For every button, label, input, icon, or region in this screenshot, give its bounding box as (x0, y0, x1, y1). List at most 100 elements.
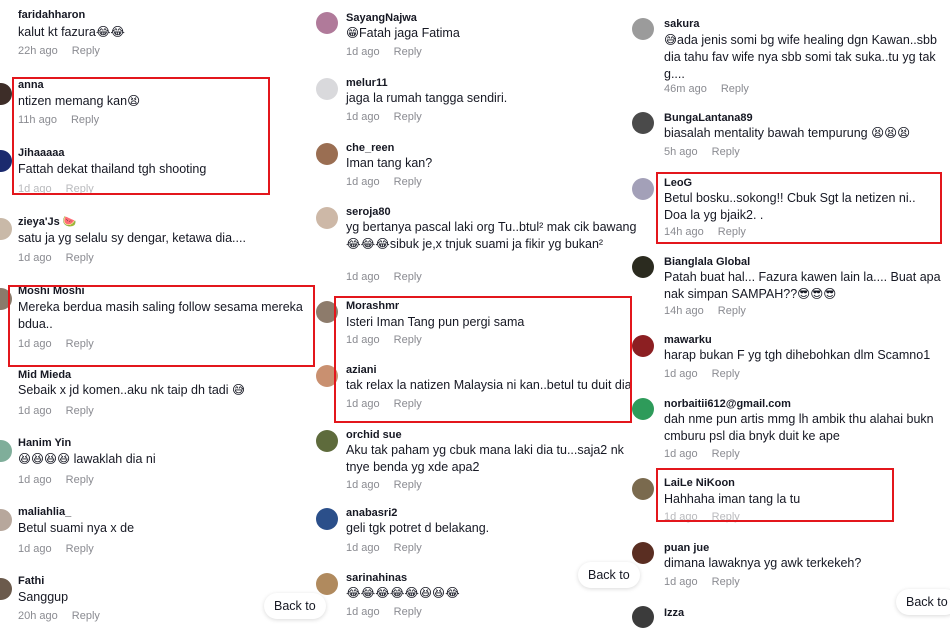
avatar[interactable] (316, 207, 338, 229)
reply-button[interactable]: Reply (66, 543, 94, 555)
reply-button[interactable]: Reply (72, 45, 100, 57)
avatar[interactable] (0, 218, 12, 240)
avatar[interactable] (632, 606, 654, 628)
comment-text: jaga la rumah tangga sendiri. (346, 91, 508, 105)
comment-username[interactable]: Mid Mieda (18, 369, 71, 381)
reply-button[interactable]: Reply (394, 176, 422, 188)
reply-button[interactable]: Reply (718, 226, 746, 238)
comment-time: 1d ago (346, 479, 380, 491)
reply-button[interactable]: Reply (394, 479, 422, 491)
back-to-button[interactable]: Back to (896, 589, 950, 615)
comment-username[interactable]: zieya'Js 🍉 (18, 215, 77, 228)
reply-button[interactable]: Reply (721, 83, 749, 95)
comment-username[interactable]: Izza (664, 607, 684, 619)
avatar[interactable] (632, 335, 654, 357)
comment-username[interactable]: orchid sue (346, 429, 402, 441)
avatar[interactable] (632, 256, 654, 278)
avatar[interactable] (632, 542, 654, 564)
comment-meta: 1d ago Reply (346, 479, 422, 491)
comment-meta: 1d ago Reply (18, 405, 94, 417)
reply-button[interactable]: Reply (712, 511, 740, 523)
avatar[interactable] (632, 18, 654, 40)
comment-meta: 1d ago Reply (346, 542, 422, 554)
comment-text: Sebaik x jd komen..aku nk taip dh tadi 😅 (18, 383, 246, 397)
comment-time: 11h ago (18, 114, 57, 126)
avatar[interactable] (316, 430, 338, 452)
comment-meta: 14h ago Reply (664, 305, 746, 317)
avatar[interactable] (0, 440, 12, 462)
comment-username[interactable]: Jihaaaaa (18, 147, 64, 159)
reply-button[interactable]: Reply (712, 448, 740, 460)
back-to-button[interactable]: Back to (264, 593, 326, 619)
reply-button[interactable]: Reply (394, 111, 422, 123)
comment-username[interactable]: Hanim Yin (18, 437, 71, 449)
comment-username[interactable]: seroja80 (346, 206, 391, 218)
avatar[interactable] (0, 83, 12, 105)
comment-username[interactable]: faridahharon (18, 9, 85, 21)
reply-button[interactable]: Reply (712, 576, 740, 588)
avatar[interactable] (316, 301, 338, 323)
avatar[interactable] (0, 150, 12, 172)
comment-username[interactable]: sarinahinas (346, 572, 407, 584)
reply-button[interactable]: Reply (718, 305, 746, 317)
reply-button[interactable]: Reply (66, 183, 94, 195)
comment-username[interactable]: BungaLantana89 (664, 112, 753, 124)
comment-username[interactable]: mawarku (664, 334, 712, 346)
reply-button[interactable]: Reply (71, 114, 99, 126)
avatar[interactable] (632, 112, 654, 134)
comment-username[interactable]: norbaitii612@gmail.com (664, 398, 791, 410)
reply-button[interactable]: Reply (394, 606, 422, 618)
comment-time: 1d ago (18, 338, 52, 350)
reply-button[interactable]: Reply (394, 542, 422, 554)
avatar[interactable] (316, 143, 338, 165)
comment-username[interactable]: anna (18, 79, 44, 91)
avatar[interactable] (0, 509, 12, 531)
reply-button[interactable]: Reply (394, 398, 422, 410)
comment-time: 1d ago (18, 474, 52, 486)
avatar[interactable] (632, 178, 654, 200)
reply-button[interactable]: Reply (72, 610, 100, 622)
reply-button[interactable]: Reply (712, 368, 740, 380)
comment-username[interactable]: LaiLe NiKoon (664, 477, 735, 489)
comment-meta: 1d ago Reply (18, 183, 94, 195)
comment-username[interactable]: Moshi Moshi (18, 285, 85, 297)
comment-time: 1d ago (346, 46, 380, 58)
reply-button[interactable]: Reply (66, 405, 94, 417)
comment-username[interactable]: sakura (664, 18, 699, 30)
avatar[interactable] (316, 573, 338, 595)
comment-username[interactable]: puan jue (664, 542, 709, 554)
avatar[interactable] (0, 288, 12, 310)
reply-button[interactable]: Reply (66, 474, 94, 486)
avatar[interactable] (316, 365, 338, 387)
reply-button[interactable]: Reply (66, 252, 94, 264)
comment-column-1: faridahharon kalut kt fazura😂😂 22h ago Re… (0, 0, 315, 622)
comment-username[interactable]: aziani (346, 364, 377, 376)
comment-username[interactable]: Fathi (18, 575, 44, 587)
reply-button[interactable]: Reply (66, 338, 94, 350)
comment-username[interactable]: che_reen (346, 142, 394, 154)
comment-username[interactable]: anabasri2 (346, 507, 397, 519)
comment-meta: 1d ago Reply (664, 368, 740, 380)
comment-username[interactable]: Morashmr (346, 300, 399, 312)
reply-button[interactable]: Reply (394, 334, 422, 346)
comment-meta: 20h ago Reply (18, 610, 100, 622)
comment-username[interactable]: melur11 (346, 77, 388, 89)
comment-username[interactable]: maliahlia_ (18, 506, 71, 518)
comment-time: 1d ago (346, 271, 380, 283)
comment-time: 1d ago (18, 183, 52, 195)
comment-meta: 1d ago Reply (664, 511, 740, 523)
comment-username[interactable]: Bianglala Global (664, 256, 750, 268)
avatar[interactable] (316, 508, 338, 530)
reply-button[interactable]: Reply (394, 271, 422, 283)
comment-meta: 1d ago Reply (346, 271, 422, 283)
avatar[interactable] (0, 578, 12, 600)
comment-username[interactable]: LeoG (664, 177, 692, 189)
reply-button[interactable]: Reply (712, 146, 740, 158)
avatar[interactable] (316, 78, 338, 100)
avatar[interactable] (632, 398, 654, 420)
comment-username[interactable]: SayangNajwa (346, 12, 417, 24)
avatar[interactable] (632, 478, 654, 500)
reply-button[interactable]: Reply (394, 46, 422, 58)
avatar[interactable] (316, 12, 338, 34)
back-to-button[interactable]: Back to (578, 562, 640, 588)
